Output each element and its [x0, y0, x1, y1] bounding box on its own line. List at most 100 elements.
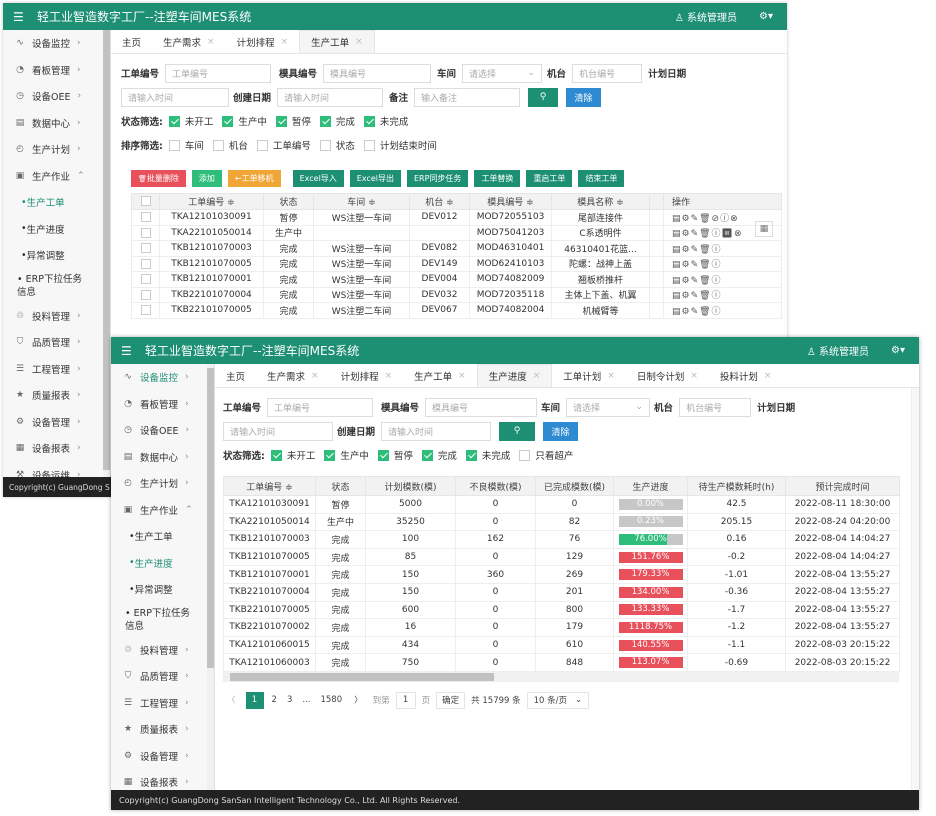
table-row[interactable]: TKA12101060003 完成 750 0 848 113.07% -0.69 2022-… — [223, 653, 900, 672]
toolbar-button-5[interactable]: ERP同步任务 — [407, 170, 469, 187]
close-icon[interactable]: × — [533, 371, 541, 381]
sidebar-item-5[interactable]: ▣ 生产作业 ⌃ — [3, 163, 110, 190]
sidebar-item-after-3[interactable]: ★ 质量报表 › — [111, 716, 214, 743]
close-icon[interactable]: × — [355, 37, 363, 47]
sidebar-item-4[interactable]: ◴ 生产计划 › — [111, 470, 214, 497]
sidebar-sub-1[interactable]: • 生产进度 — [3, 216, 110, 243]
sidebar-item-after-1[interactable]: ⛉ 品质管理 › — [111, 663, 214, 690]
mold-no-input[interactable]: 模具编号 — [425, 397, 538, 417]
workshop-select[interactable]: 请选择 ⌄ — [462, 63, 543, 83]
sidebar-item-1[interactable]: ◔ 看板管理 › — [111, 391, 214, 418]
page-button-3[interactable]: ... — [300, 695, 312, 705]
close-icon[interactable]: × — [311, 371, 319, 381]
toolbar-button-3[interactable]: Excel导入 — [292, 170, 344, 187]
sidebar-scrollbar[interactable] — [207, 364, 214, 810]
page-number-input[interactable]: 1 — [395, 691, 416, 709]
checkbox[interactable] — [140, 305, 151, 315]
checkbox[interactable] — [140, 243, 151, 253]
row-checkbox[interactable] — [131, 255, 160, 272]
sidebar-sub-2[interactable]: • 异常调整 — [3, 242, 110, 269]
sidebar-scroll-thumb[interactable] — [103, 30, 110, 470]
table-horizontal-scrollbar[interactable] — [223, 671, 899, 682]
clear-button[interactable]: 清除 — [566, 87, 602, 107]
sidebar-item-2[interactable]: ◷ 设备OEE › — [111, 417, 214, 444]
toolbar-button-0[interactable]: 🗑 批量删除 — [131, 170, 186, 187]
table-row[interactable]: TKB22101070004 完成 WS注塑一车间 DEV032 MOD72035118… — [131, 286, 782, 303]
clear-button[interactable]: 清除 — [543, 421, 579, 441]
close-icon[interactable]: × — [764, 371, 772, 381]
checkbox[interactable] — [270, 449, 282, 461]
status_opts-option-3[interactable]: 完成 — [421, 448, 457, 462]
sidebar-item-after-4[interactable]: ⚙ 设备管理 › — [3, 409, 110, 436]
sidebar-item-1[interactable]: ◔ 看板管理 › — [3, 57, 110, 84]
tab-6[interactable]: 日制令计划 × — [626, 364, 709, 387]
row-action-icons[interactable]: ▤⚙✎🗑ⓘ — [672, 245, 722, 255]
confirm-page-button[interactable]: 确定 — [436, 691, 466, 709]
status_opts-option-4[interactable]: 未完成 — [363, 114, 408, 128]
sidebar-item-after-3[interactable]: ★ 质量报表 › — [3, 382, 110, 409]
sidebar-item-2[interactable]: ◷ 设备OEE › — [3, 83, 110, 110]
checkbox[interactable] — [168, 139, 180, 151]
user-menu[interactable]: ♙ 系统管理员 — [675, 9, 737, 24]
search-button[interactable]: ⚲ — [499, 421, 536, 441]
page-button-0[interactable]: 1 — [245, 691, 264, 709]
table-row[interactable]: TKA22101050014 生产中 35250 0 82 0.23% 205.15 2022… — [223, 512, 900, 532]
sidebar-scroll-thumb[interactable] — [207, 368, 214, 668]
sidebar-item-after-2[interactable]: ☰ 工程管理 › — [111, 690, 214, 717]
tab-0[interactable]: 主页 — [215, 364, 256, 387]
sidebar-sub-1[interactable]: • 生产进度 — [111, 550, 214, 577]
checkbox[interactable] — [140, 227, 151, 238]
checkbox[interactable] — [363, 115, 375, 127]
plan-date-input[interactable]: 请输入时间 — [121, 87, 229, 107]
sidebar-item-0[interactable]: ∿ 设备监控 › — [3, 30, 110, 57]
next-page-button[interactable]: 〉 — [350, 694, 367, 706]
close-icon[interactable]: × — [458, 371, 466, 381]
status_opts-option-1[interactable]: 生产中 — [222, 114, 267, 128]
sidebar-item-after-1[interactable]: ⛉ 品质管理 › — [3, 329, 110, 356]
tab-4[interactable]: 生产进度 × — [476, 364, 553, 387]
close-icon[interactable]: × — [385, 371, 393, 381]
tab-2[interactable]: 计划排程 × — [226, 30, 300, 53]
sort_opts-option-4[interactable]: 计划结束时间 — [363, 138, 437, 152]
checkbox[interactable] — [222, 115, 234, 127]
status_opts-option-0[interactable]: 未开工 — [168, 114, 213, 128]
select-all-box[interactable] — [140, 196, 151, 207]
table-row[interactable]: TKB22101070005 完成 600 0 800 133.33% -1.7 2022-0… — [223, 600, 900, 620]
checkbox[interactable] — [275, 115, 287, 127]
settings-gear-icon[interactable]: ⚙▾ — [759, 11, 773, 22]
checkbox[interactable] — [212, 139, 224, 151]
table-row[interactable]: TKB12101070001 完成 150 360 269 179.33% -1.01 202… — [223, 565, 900, 584]
order-no-input[interactable]: 工单编号 — [267, 397, 374, 417]
checkbox[interactable] — [319, 139, 331, 151]
checkbox[interactable] — [421, 449, 433, 461]
sort_opts-option-0[interactable]: 车间 — [168, 138, 204, 152]
close-icon[interactable]: × — [690, 371, 698, 381]
tab-1[interactable]: 生产需求 × — [256, 364, 330, 387]
tab-1[interactable]: 生产需求 × — [152, 30, 226, 53]
table-row[interactable]: TKA22101050014 生产中 MOD75041203 C系透明件 ▤⚙✎🗑ⓘ⏸⊗ — [131, 224, 782, 241]
row-action-icons[interactable]: ▤⚙✎🗑ⓘ — [672, 276, 722, 286]
table-scroll-thumb[interactable] — [230, 672, 494, 681]
table-row[interactable]: TKB12101070005 完成 WS注塑一车间 DEV149 MOD62410103… — [131, 255, 782, 272]
toolbar-button-1[interactable]: 添加 — [191, 170, 222, 187]
status_opts-option-1[interactable]: 生产中 — [324, 448, 369, 462]
row-action-icons[interactable]: ▤⚙✎🗑ⓘ — [672, 291, 722, 301]
sidebar-item-3[interactable]: ▤ 数据中心 › — [111, 444, 214, 471]
tab-5[interactable]: 工单计划 × — [552, 364, 626, 387]
tab-7[interactable]: 投料计划 × — [709, 364, 783, 387]
sidebar-item-0[interactable]: ∿ 设备监控 › — [111, 364, 214, 391]
row-checkbox[interactable] — [131, 224, 160, 241]
row-checkbox[interactable] — [131, 240, 160, 257]
checkbox[interactable] — [140, 289, 151, 300]
plan-date-input[interactable]: 请输入时间 — [223, 421, 333, 441]
workshop-select[interactable]: 请选择 ⌄ — [566, 397, 651, 417]
page-scrollbar[interactable] — [911, 388, 919, 790]
tab-0[interactable]: 主页 — [111, 30, 152, 53]
row-checkbox[interactable] — [131, 286, 160, 303]
checkbox[interactable] — [363, 139, 375, 151]
table-row[interactable]: TKA12101030091 暂停 5000 0 0 0.00% 42.5 2022-08-1… — [223, 495, 900, 514]
sidebar-item-after-0[interactable]: ♲ 投料管理 › — [111, 637, 214, 664]
toolbar-button-4[interactable]: Excel导出 — [349, 170, 401, 187]
close-icon[interactable]: × — [207, 37, 215, 47]
checkbox[interactable] — [324, 449, 336, 461]
